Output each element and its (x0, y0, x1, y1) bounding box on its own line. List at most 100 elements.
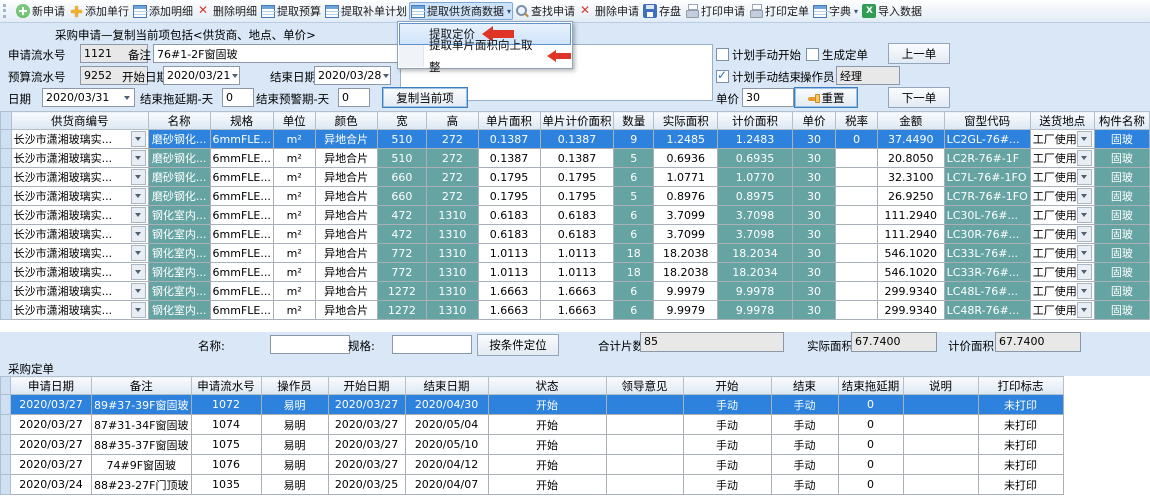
grid-cell[interactable]: 0.6183 (478, 225, 540, 244)
grid-cell[interactable]: 固玻 (1094, 301, 1149, 320)
grid-cell[interactable]: 2020/03/25 (328, 475, 405, 495)
grid-cell[interactable]: 异地合片 (315, 225, 377, 244)
row-selector[interactable] (1, 149, 12, 168)
grid-cell[interactable]: 772 (377, 263, 427, 282)
grid-cell[interactable]: 6mmFLE... (210, 225, 273, 244)
grid-cell[interactable]: 固玻 (1094, 282, 1149, 301)
supplier-combobox[interactable]: 长沙市潇湘玻璃实... (11, 206, 148, 225)
grid-cell[interactable]: 磨砂钢化... (148, 168, 210, 187)
grid-cell[interactable]: 9.9979 (654, 301, 718, 320)
locate-by-condition-button[interactable]: 按条件定位 (477, 334, 559, 356)
grid-cell[interactable]: 固玻 (1094, 225, 1149, 244)
supplier-combobox[interactable]: 长沙市潇湘玻璃实... (11, 187, 148, 206)
grid-cell[interactable]: 3.7098 (718, 225, 792, 244)
grid-cell[interactable]: 272 (427, 168, 478, 187)
grid-cell[interactable]: LC33L-76#... (944, 244, 1030, 263)
dropdown-arrow-icon[interactable] (131, 169, 146, 185)
dropdown-arrow-icon[interactable] (1077, 150, 1092, 166)
grid-cell[interactable]: 9.9978 (718, 282, 792, 301)
detail-column-header[interactable]: 计价面积 (718, 112, 792, 130)
grid-cell[interactable]: 3.7098 (718, 206, 792, 225)
supplier-combobox[interactable]: 长沙市潇湘玻璃实... (11, 282, 148, 301)
grid-cell[interactable]: 74#9F窗固玻 (92, 455, 192, 475)
detail-column-header[interactable]: 供货商编号 (11, 112, 148, 130)
grid-cell[interactable]: 6mmFLE... (210, 130, 273, 149)
dropdown-arrow-icon[interactable] (131, 207, 146, 223)
grid-cell[interactable]: 0.6936 (654, 149, 718, 168)
delivery-location-combobox[interactable]: 工厂使用 (1030, 206, 1094, 225)
grid-cell[interactable]: 30 (792, 282, 835, 301)
find-application-button[interactable]: 查找申请 (513, 2, 577, 20)
grid-cell[interactable]: 钢化室内... (148, 263, 210, 282)
save-button[interactable]: 存盘 (641, 2, 683, 20)
grid-cell[interactable]: 6 (614, 225, 654, 244)
grid-cell[interactable]: 0.1387 (540, 149, 614, 168)
grid-cell[interactable]: LC7L-76#-1FO (944, 168, 1030, 187)
grid-cell[interactable]: 未打印 (978, 395, 1063, 415)
orders-column-header[interactable]: 打印标志 (978, 377, 1063, 395)
grid-cell[interactable]: 异地合片 (315, 206, 377, 225)
grid-cell[interactable]: 0 (838, 475, 903, 495)
add-single-row-button[interactable]: 添加单行 (67, 2, 131, 20)
grid-cell[interactable]: 手动 (771, 455, 838, 475)
detail-column-header[interactable]: 名称 (148, 112, 210, 130)
grid-cell[interactable]: 26.9250 (877, 187, 944, 206)
detail-column-header[interactable]: 规格 (210, 112, 273, 130)
grid-cell[interactable]: 18 (614, 244, 654, 263)
row-selector[interactable] (1, 244, 12, 263)
grid-cell[interactable]: 0.1387 (478, 130, 540, 149)
grid-cell[interactable]: LC33R-76#... (944, 263, 1030, 282)
supplier-combobox[interactable]: 长沙市潇湘玻璃实... (11, 244, 148, 263)
grid-cell[interactable]: 272 (427, 149, 478, 168)
supplier-combobox[interactable]: 长沙市潇湘玻璃实... (11, 149, 148, 168)
grid-cell[interactable]: 88#35-37F窗固玻 (92, 435, 192, 455)
reset-button[interactable]: 重置 (794, 87, 858, 108)
grid-cell[interactable]: 1075 (191, 435, 261, 455)
grid-cell[interactable]: 未打印 (978, 475, 1063, 495)
grid-cell[interactable]: 30 (792, 301, 835, 320)
detail-column-header[interactable]: 构件名称 (1094, 112, 1149, 130)
grid-cell[interactable]: LC48R-76#... (944, 301, 1030, 320)
delete-application-button[interactable]: 删除申请 (577, 2, 641, 20)
dropdown-arrow-icon[interactable] (1077, 131, 1092, 147)
grid-cell[interactable]: 1072 (191, 395, 261, 415)
grid-cell[interactable]: 0 (838, 395, 903, 415)
row-selector[interactable] (1, 206, 12, 225)
detail-column-header[interactable]: 窗型代码 (944, 112, 1030, 130)
extract-supplier-data-button[interactable]: 提取供货商数据▾ (409, 2, 513, 20)
grid-cell[interactable]: m² (273, 206, 315, 225)
row-selector[interactable] (1, 395, 11, 415)
manual-end-checkbox[interactable] (716, 70, 729, 83)
grid-cell[interactable]: 2020/04/07 (405, 475, 488, 495)
orders-column-header[interactable]: 备注 (92, 377, 192, 395)
grid-cell[interactable]: 272 (427, 130, 478, 149)
grid-cell[interactable] (836, 263, 878, 282)
grid-cell[interactable]: 手动 (771, 475, 838, 495)
delivery-location-combobox[interactable]: 工厂使用 (1030, 130, 1094, 149)
grid-cell[interactable]: 2020/03/27 (328, 415, 405, 435)
orders-column-header[interactable]: 申请日期 (11, 377, 92, 395)
dropdown-arrow-icon[interactable] (1077, 188, 1092, 204)
grid-cell[interactable] (836, 168, 878, 187)
grid-cell[interactable]: 30 (792, 187, 835, 206)
warn-days-field[interactable] (338, 88, 370, 107)
generate-order-checkbox[interactable] (806, 48, 819, 61)
grid-cell[interactable]: 未打印 (978, 455, 1063, 475)
grid-cell[interactable]: 18.2034 (718, 244, 792, 263)
grid-cell[interactable]: 异地合片 (315, 282, 377, 301)
grid-cell[interactable]: 6mmFLE... (210, 206, 273, 225)
chevron-down-icon[interactable] (381, 74, 390, 78)
grid-cell[interactable]: 开始 (488, 395, 606, 415)
grid-cell[interactable]: 固玻 (1094, 244, 1149, 263)
grid-cell[interactable]: 2020/03/27 (328, 395, 405, 415)
row-selector[interactable] (1, 455, 11, 475)
dropdown-arrow-icon[interactable] (1077, 283, 1092, 299)
grid-cell[interactable]: 异地合片 (315, 168, 377, 187)
grid-cell[interactable]: 1310 (427, 206, 478, 225)
orders-column-header[interactable]: 开始 (683, 377, 771, 395)
dropdown-arrow-icon[interactable] (131, 245, 146, 261)
grid-cell[interactable]: m² (273, 263, 315, 282)
grid-cell[interactable]: 6mmFLE... (210, 282, 273, 301)
grid-cell[interactable]: 1272 (377, 282, 427, 301)
chevron-down-icon[interactable] (120, 96, 134, 100)
